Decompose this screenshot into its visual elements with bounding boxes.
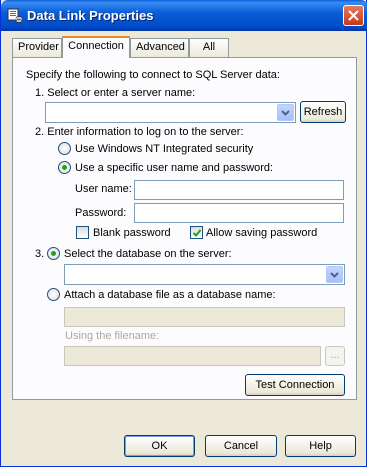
blank-password-checkbox[interactable] <box>76 226 89 239</box>
window-title: Data Link Properties <box>27 8 154 23</box>
filename-label: Using the filename: <box>65 330 160 342</box>
username-field[interactable] <box>134 180 344 200</box>
allow-saving-password-label: Allow saving password <box>206 227 318 239</box>
test-connection-button[interactable]: Test Connection <box>245 374 345 396</box>
cancel-button[interactable]: Cancel <box>205 435 277 457</box>
attach-database-label: Attach a database file as a database nam… <box>64 289 276 301</box>
database-dropdown-button[interactable] <box>326 266 343 283</box>
tab-connection[interactable]: Connection <box>62 36 130 58</box>
specific-user-label: Use a specific user name and password: <box>75 162 274 174</box>
tab-advanced[interactable]: Advanced <box>130 38 189 57</box>
server-name-combo[interactable] <box>45 102 296 123</box>
title-bar[interactable]: Data Link Properties <box>1 0 367 31</box>
filename-field[interactable] <box>64 346 321 366</box>
chevron-down-icon <box>281 110 290 116</box>
blank-password-label: Blank password <box>93 227 171 239</box>
username-label: User name: <box>75 183 132 195</box>
chevron-down-icon <box>330 272 339 278</box>
step1-label: 1. Select or enter a server name: <box>35 87 196 99</box>
windows-nt-security-radio[interactable] <box>58 142 71 155</box>
data-link-properties-dialog: Data Link Properties Provider Connection… <box>0 0 367 467</box>
attach-database-radio[interactable] <box>47 288 60 301</box>
intro-text: Specify the following to connect to SQL … <box>26 69 280 81</box>
select-database-label: Select the database on the server: <box>64 248 232 260</box>
select-database-radio[interactable] <box>47 247 60 260</box>
password-label: Password: <box>75 207 127 219</box>
windows-nt-security-label: Use Windows NT Integrated security <box>75 143 254 155</box>
step3-number: 3. <box>35 248 45 260</box>
ok-button[interactable]: OK <box>124 435 195 457</box>
data-link-icon <box>7 7 23 23</box>
step2-label: 2. Enter information to log on to the se… <box>35 126 244 138</box>
password-field[interactable] <box>134 203 344 223</box>
specific-user-radio[interactable] <box>58 161 71 174</box>
tab-provider[interactable]: Provider <box>12 38 62 57</box>
close-button[interactable] <box>343 5 364 26</box>
close-icon <box>348 10 359 21</box>
tab-all[interactable]: All <box>189 38 229 57</box>
database-combo[interactable] <box>64 264 345 285</box>
attach-database-name-field[interactable] <box>64 307 345 327</box>
help-button[interactable]: Help <box>285 435 356 457</box>
allow-saving-password-checkbox[interactable] <box>190 226 203 239</box>
browse-button[interactable]: ... <box>325 346 345 366</box>
checkmark-icon <box>192 229 202 237</box>
server-dropdown-button[interactable] <box>277 104 294 121</box>
refresh-button[interactable]: Refresh <box>300 101 346 123</box>
